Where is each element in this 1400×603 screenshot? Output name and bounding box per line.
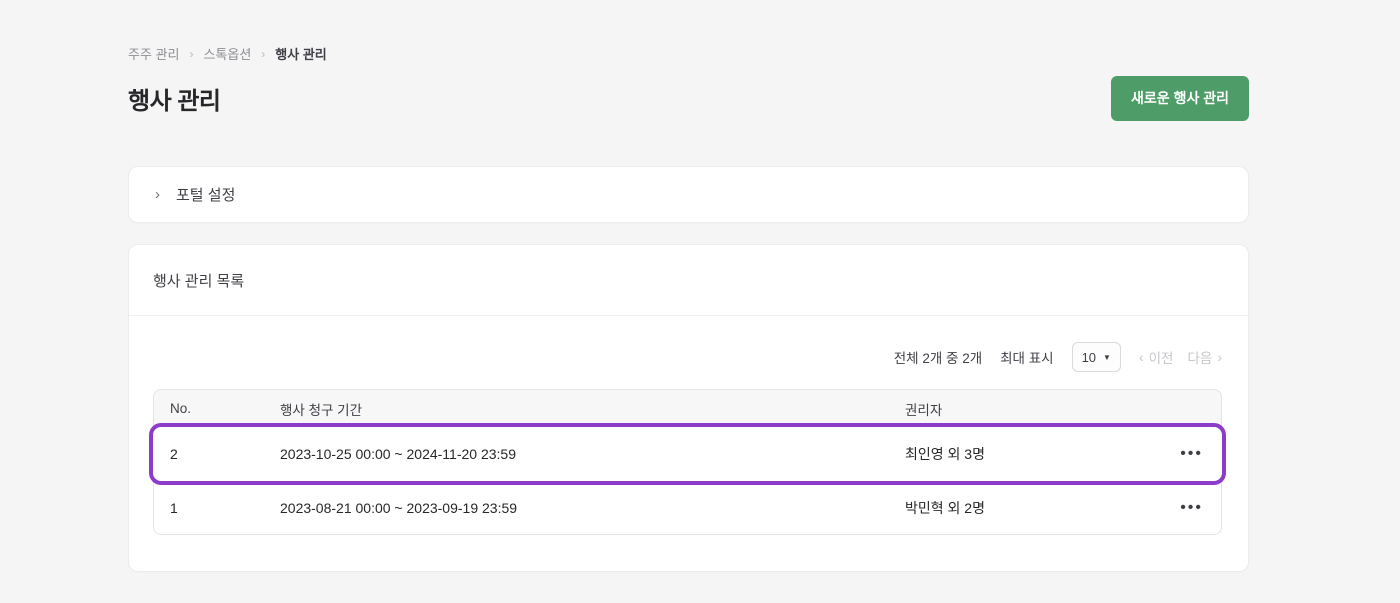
- column-header-holder: 권리자: [889, 399, 1161, 419]
- breadcrumb: 주주 관리 › 스톡옵션 › 행사 관리: [128, 44, 1249, 63]
- next-page-button[interactable]: 다음 ›: [1187, 347, 1222, 367]
- row-menu-ellipsis-icon[interactable]: •••: [1178, 442, 1205, 466]
- exercise-list-card-header: 행사 관리 목록: [129, 245, 1248, 316]
- page-size-select[interactable]: 10 ▼: [1072, 342, 1121, 372]
- new-exercise-button[interactable]: 새로운 행사 관리: [1111, 76, 1249, 121]
- angle-right-icon: ›: [1217, 349, 1222, 365]
- exercise-list-card: 행사 관리 목록 전체 2개 중 2개 최대 표시 10 ▼ ‹ 이전 다음: [128, 244, 1249, 572]
- prev-page-button[interactable]: ‹ 이전: [1139, 347, 1174, 367]
- prev-page-label: 이전: [1149, 347, 1174, 367]
- page-size-value: 10: [1082, 350, 1096, 365]
- exercise-table-header: No. 행사 청구 기간 권리자: [153, 389, 1222, 427]
- exercise-list-title: 행사 관리 목록: [153, 270, 244, 291]
- row-actions: •••: [1161, 496, 1221, 520]
- angle-left-icon: ‹: [1139, 349, 1144, 365]
- chevron-right-icon: ›: [261, 47, 265, 61]
- row-rights-holder: 박민혁 외 2명: [889, 498, 1161, 518]
- column-header-no: No.: [154, 401, 264, 416]
- row-exercise-period: 2023-10-25 00:00 ~ 2024-11-20 23:59: [264, 446, 889, 462]
- chevron-right-icon: ›: [155, 187, 160, 202]
- breadcrumb-item-shareholders[interactable]: 주주 관리: [128, 44, 179, 63]
- pagination-summary: 전체 2개 중 2개: [894, 347, 982, 367]
- pagination-bar: 전체 2개 중 2개 최대 표시 10 ▼ ‹ 이전 다음 ›: [153, 342, 1222, 372]
- chevron-right-icon: ›: [189, 47, 193, 61]
- page-container: 주주 관리 › 스톡옵션 › 행사 관리 행사 관리 새로운 행사 관리 › 포…: [128, 0, 1249, 572]
- row-actions: •••: [1161, 442, 1221, 466]
- row-no: 2: [154, 446, 264, 462]
- row-rights-holder: 최인영 외 3명: [889, 444, 1161, 464]
- exercise-table: No. 행사 청구 기간 권리자 2 2023-10-25 00:00 ~ 20…: [153, 389, 1222, 535]
- page-size-label: 최대 표시: [1000, 347, 1053, 367]
- caret-down-icon: ▼: [1103, 353, 1111, 362]
- row-no: 1: [154, 500, 264, 516]
- portal-settings-label: 포털 설정: [176, 184, 235, 205]
- breadcrumb-item-stock-options[interactable]: 스톡옵션: [203, 44, 251, 63]
- table-row-1[interactable]: 1 2023-08-21 00:00 ~ 2023-09-19 23:59 박민…: [153, 481, 1222, 535]
- table-row-2-highlighted[interactable]: 2 2023-10-25 00:00 ~ 2024-11-20 23:59 최인…: [153, 427, 1222, 481]
- portal-settings-panel[interactable]: › 포털 설정: [128, 166, 1249, 223]
- pager: ‹ 이전 다음 ›: [1139, 347, 1222, 367]
- breadcrumb-item-exercise-management: 행사 관리: [275, 44, 326, 63]
- row-menu-ellipsis-icon[interactable]: •••: [1178, 496, 1205, 520]
- column-header-period: 행사 청구 기간: [264, 399, 889, 419]
- title-row: 행사 관리 새로운 행사 관리: [128, 75, 1249, 121]
- next-page-label: 다음: [1187, 347, 1212, 367]
- page-title: 행사 관리: [128, 81, 221, 116]
- row-exercise-period: 2023-08-21 00:00 ~ 2023-09-19 23:59: [264, 500, 889, 516]
- exercise-list-card-body: 전체 2개 중 2개 최대 표시 10 ▼ ‹ 이전 다음 ›: [129, 342, 1248, 571]
